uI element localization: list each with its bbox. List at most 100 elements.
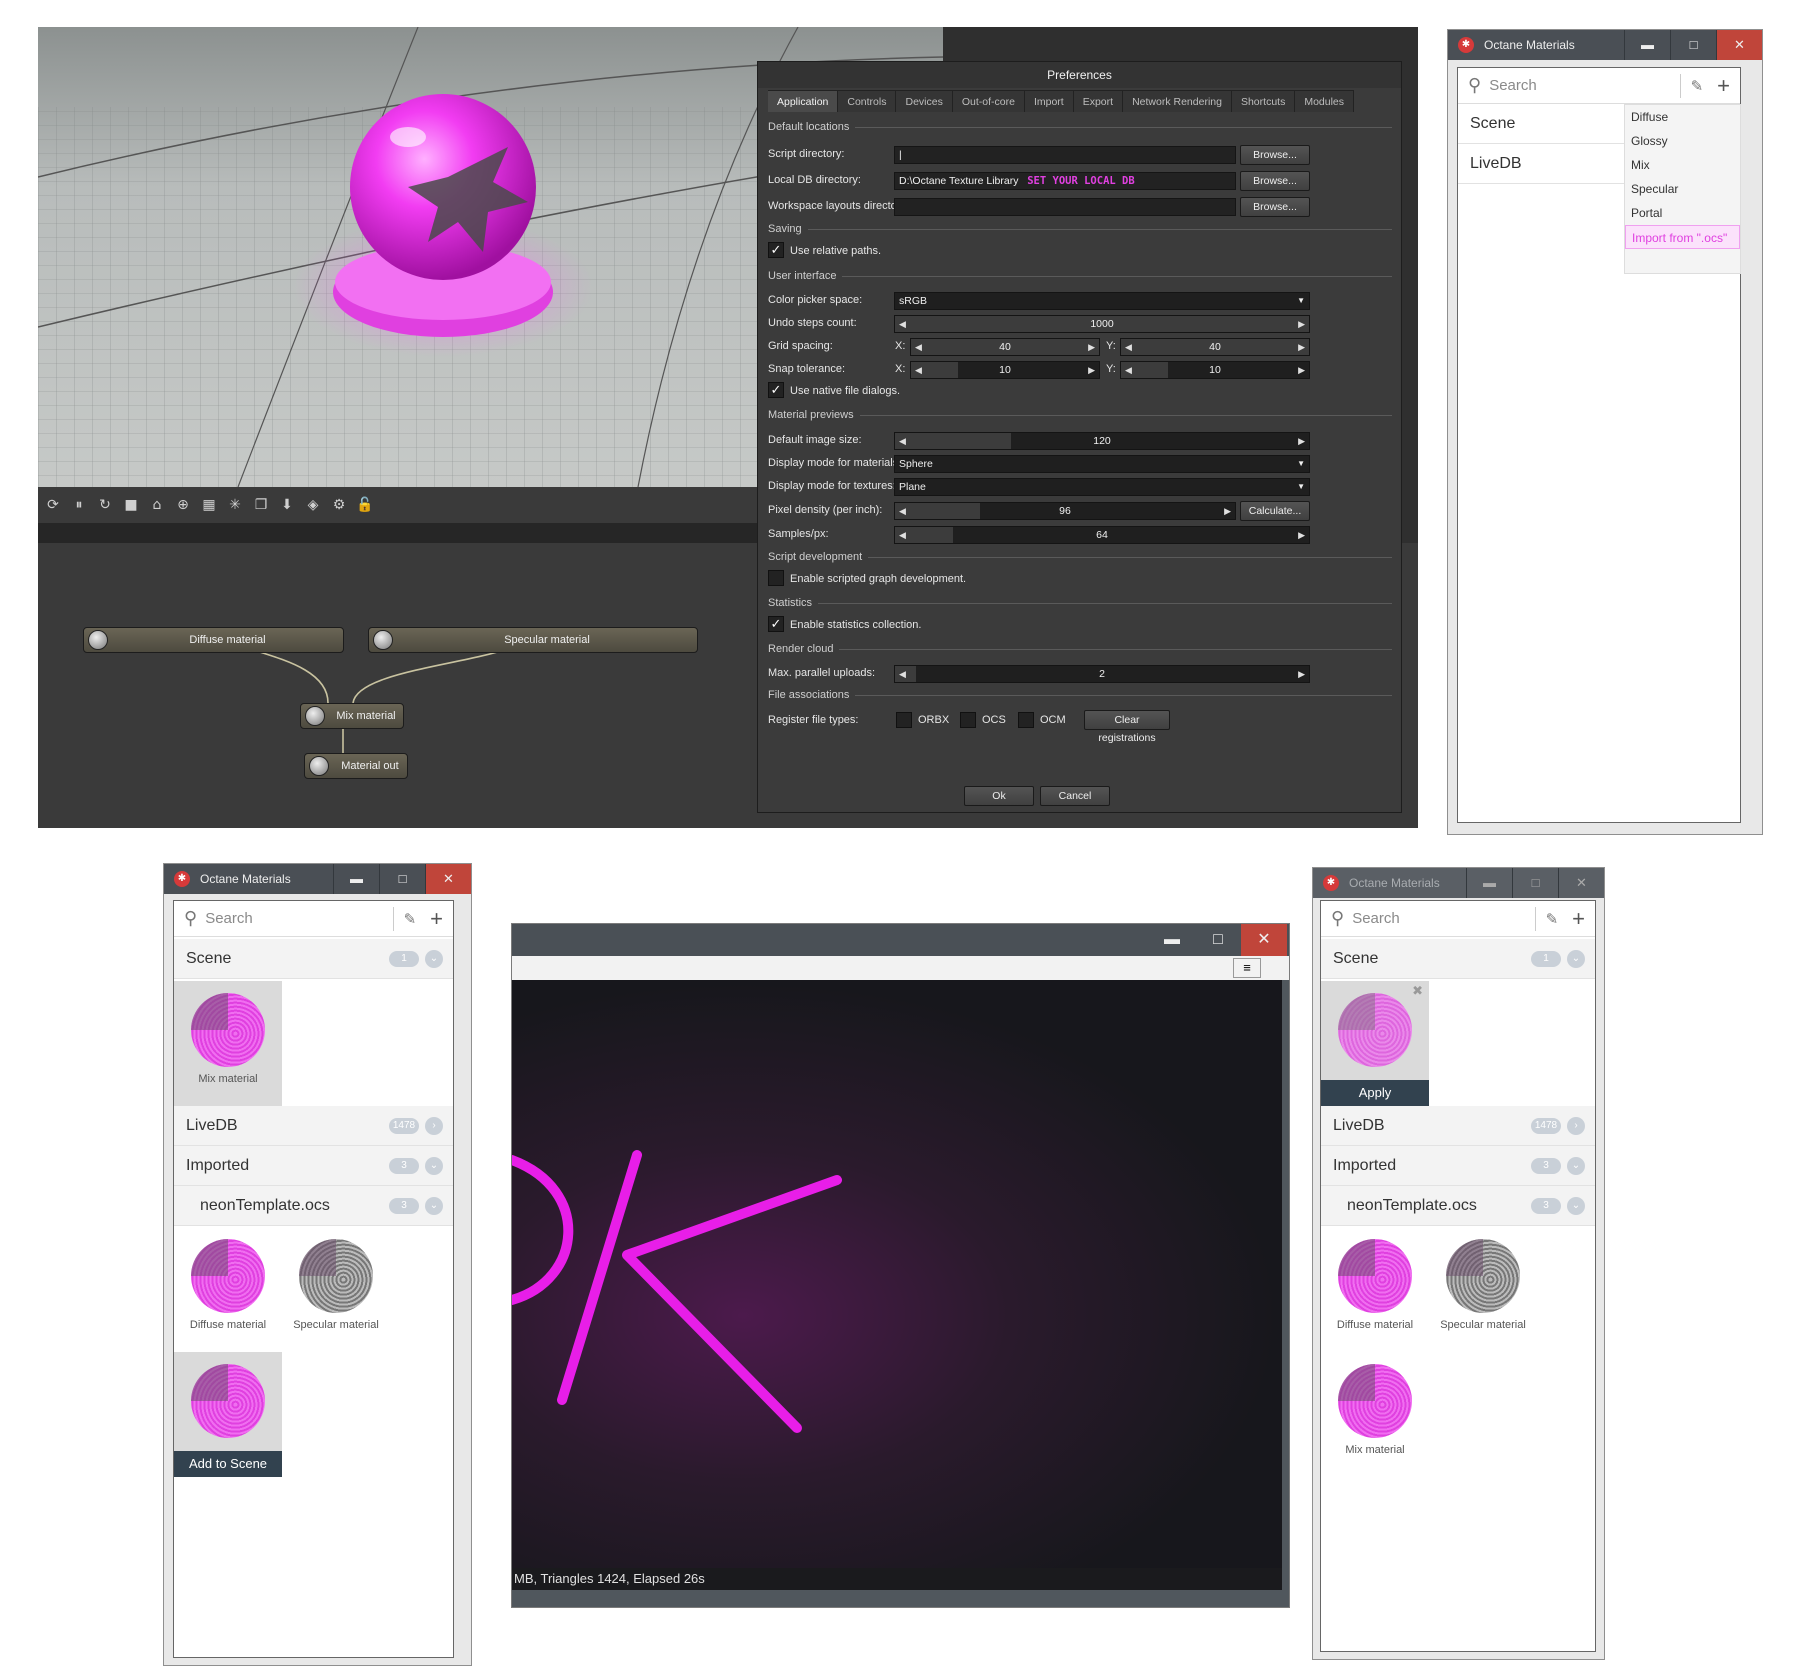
mix-node[interactable]: Mix material [300,703,404,729]
chevron-down-icon[interactable]: ⌄ [1567,1157,1585,1175]
display-materials-select[interactable]: Sphere ▼ [894,455,1310,473]
tab-modules[interactable]: Modules [1295,90,1355,112]
refresh-icon[interactable]: ⟳ [44,496,62,514]
ocm-checkbox[interactable] [1018,712,1034,728]
apply-button[interactable]: Apply [1321,1080,1429,1106]
tab-controls[interactable]: Controls [838,90,897,112]
lock-icon[interactable]: 🔓 [356,496,374,514]
browse-db-button[interactable]: Browse... [1240,171,1310,191]
search-input[interactable]: Search [1352,910,1534,927]
material-tile[interactable]: Mix material [1321,1352,1429,1477]
tab-import[interactable]: Import [1024,90,1074,112]
chevron-down-icon[interactable]: ⌄ [425,1197,443,1215]
tab-export[interactable]: Export [1073,90,1124,112]
calculate-button[interactable]: Calculate... [1240,501,1310,521]
maximize-button[interactable]: □ [1670,30,1716,60]
file-row[interactable]: neonTemplate.ocs 3 ⌄ [174,1186,453,1226]
material-out-node[interactable]: Material out [304,753,408,779]
browse-workspace-button[interactable]: Browse... [1240,197,1310,217]
material-tile[interactable]: Diffuse material [1321,1227,1429,1352]
material-tile[interactable]: Diffuse material [174,1227,282,1352]
ocs-checkbox[interactable] [960,712,976,728]
snap-y-slider[interactable]: ◀ 10 ▶ [1120,361,1310,379]
statistics-checkbox[interactable]: ✓ [768,616,784,632]
image-size-slider[interactable]: ◀ 120 ▶ [894,432,1310,450]
chevron-right-icon[interactable]: › [425,1117,443,1135]
samples-slider[interactable]: ◀ 64 ▶ [894,526,1310,544]
render-output[interactable] [512,980,1282,1590]
ok-button[interactable]: Ok [964,786,1034,806]
tab-network-rendering[interactable]: Network Rendering [1123,90,1232,112]
color-picker-select[interactable]: sRGB ▼ [894,292,1310,310]
diffuse-node[interactable]: Diffuse material [83,627,344,653]
menu-item-specular[interactable]: Specular [1625,177,1740,201]
add-icon[interactable]: + [430,906,443,932]
close-button[interactable]: ✕ [1716,30,1762,60]
chevron-down-icon[interactable]: ⌄ [425,950,443,968]
tab-application[interactable]: Application [768,90,839,112]
region-icon[interactable]: ▦ [200,496,218,514]
hamburger-menu-icon[interactable]: ≡ [1233,958,1261,978]
material-tile[interactable]: Add to Scene [174,1352,282,1477]
minimize-button[interactable]: ▬ [1149,924,1195,956]
minimize-button[interactable]: ▬ [333,864,379,894]
material-tile[interactable]: ✖ Apply [1321,981,1429,1106]
browse-script-button[interactable]: Browse... [1240,145,1310,165]
relative-paths-checkbox[interactable]: ✓ [768,242,784,258]
restart-icon[interactable]: ↻ [96,496,114,514]
eyedropper-icon[interactable]: ✎ [1691,77,1704,95]
zoom-icon[interactable]: ⊕ [174,496,192,514]
scene-row[interactable]: Scene 1 ⌄ [174,939,453,979]
livedb-row[interactable]: LiveDB 1478 › [1321,1106,1595,1146]
menu-item-portal[interactable]: Portal [1625,201,1740,225]
material-tile[interactable]: Specular material [1429,1227,1537,1352]
menu-item-mix[interactable]: Mix [1625,153,1740,177]
minimize-button[interactable]: ▬ [1624,30,1670,60]
workspace-dir-field[interactable] [894,198,1236,216]
menu-item-diffuse[interactable]: Diffuse [1625,105,1740,129]
pixel-density-slider[interactable]: ◀ 96 ▶ [894,502,1236,520]
specular-node[interactable]: Specular material [368,627,698,653]
orbx-checkbox[interactable] [896,712,912,728]
grid-x-slider[interactable]: ◀ 40 ▶ [910,338,1100,356]
script-dir-field[interactable]: | [894,146,1236,164]
add-icon[interactable]: + [1717,73,1730,99]
eyedropper-icon[interactable]: ✎ [404,910,417,928]
cube-icon[interactable]: ◈ [304,496,322,514]
save-image-icon[interactable]: ⬇ [278,496,296,514]
maximize-button[interactable]: □ [379,864,425,894]
material-tile[interactable]: Specular material [282,1227,390,1352]
imported-row[interactable]: Imported 3 ⌄ [1321,1146,1595,1186]
search-input[interactable]: Search [205,910,392,927]
native-dialogs-checkbox[interactable]: ✓ [768,382,784,398]
picker-icon[interactable]: ✳ [226,496,244,514]
scene-row[interactable]: Scene 1 ⌄ [1321,939,1595,979]
close-button[interactable]: ✕ [1241,924,1287,956]
close-button[interactable]: ✕ [1558,868,1604,898]
display-textures-select[interactable]: Plane ▼ [894,478,1310,496]
menu-item-import-ocs[interactable]: Import from ".ocs" [1625,225,1740,249]
settings-icon[interactable]: ⚙ [330,496,348,514]
file-row[interactable]: neonTemplate.ocs 3 ⌄ [1321,1186,1595,1226]
tab-shortcuts[interactable]: Shortcuts [1231,90,1296,112]
pause-icon[interactable]: ⏸ [70,496,88,514]
stop-icon[interactable]: ■ [122,496,140,514]
imported-row[interactable]: Imported 3 ⌄ [174,1146,453,1186]
remove-icon[interactable]: ✖ [1412,983,1423,999]
minimize-button[interactable]: ▬ [1466,868,1512,898]
add-icon[interactable]: + [1572,906,1585,932]
search-input[interactable]: Search [1489,77,1679,94]
maximize-button[interactable]: □ [1512,868,1558,898]
chevron-down-icon[interactable]: ⌄ [425,1157,443,1175]
close-button[interactable]: ✕ [425,864,471,894]
tab-out-of-core[interactable]: Out-of-core [952,90,1025,112]
snap-x-slider[interactable]: ◀ 10 ▶ [910,361,1100,379]
scripted-graph-checkbox[interactable] [768,570,784,586]
add-to-scene-button[interactable]: Add to Scene [174,1451,282,1477]
chevron-down-icon[interactable]: ⌄ [1567,950,1585,968]
cancel-button[interactable]: Cancel [1040,786,1110,806]
copy-icon[interactable]: ❐ [252,496,270,514]
eyedropper-icon[interactable]: ✎ [1546,910,1559,928]
chevron-down-icon[interactable]: ⌄ [1567,1197,1585,1215]
material-tile[interactable]: Mix material [174,981,282,1106]
